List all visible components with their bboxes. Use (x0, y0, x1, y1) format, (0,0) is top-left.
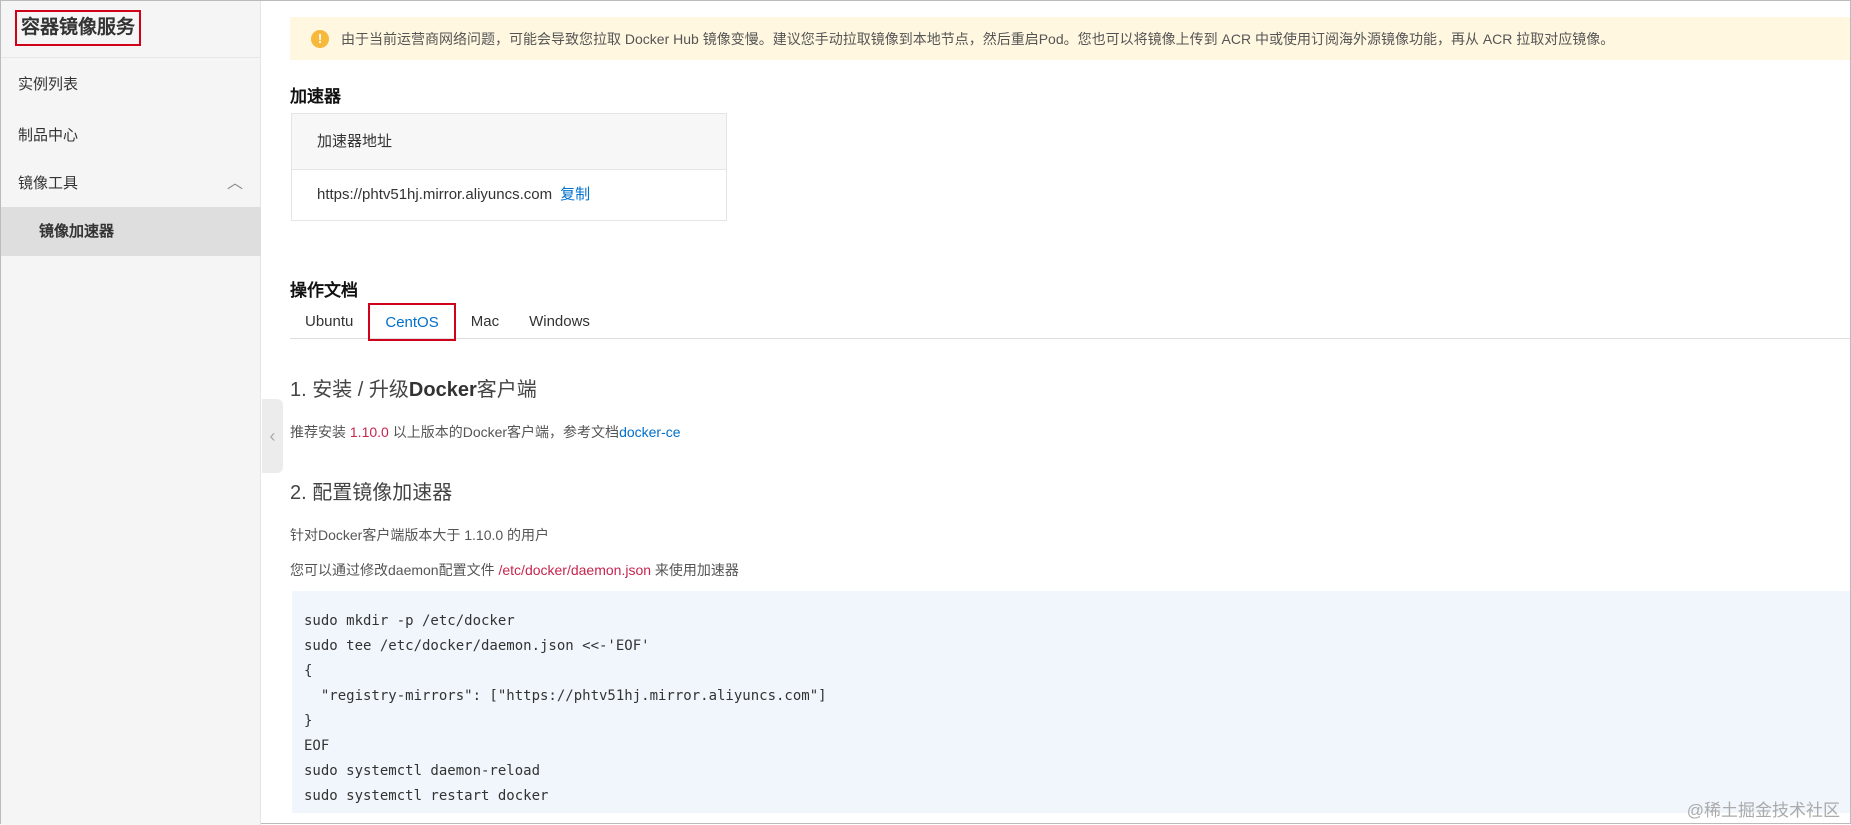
step-text: 安装 / 升级 (312, 379, 409, 401)
divider (1, 57, 261, 58)
code-line: sudo tee /etc/docker/daemon.json <<-'EOF… (304, 638, 650, 654)
sidebar-item-instances[interactable]: 实例列表 (1, 60, 261, 110)
docker-ce-link[interactable]: docker-ce (619, 424, 680, 440)
step2-config-text: 您可以通过修改daemon配置文件 /etc/docker/daemon.jso… (290, 560, 739, 580)
column-header: 加速器地址 (292, 114, 726, 170)
code-line: "registry-mirrors": ["https://phtv51hj.m… (304, 688, 827, 704)
docs-heading: 操作文档 (290, 281, 358, 300)
accelerator-url: https://phtv51hj.mirror.aliyuncs.com (317, 186, 553, 203)
chevron-up-icon: ︿ (226, 175, 243, 192)
step1-description: 推荐安装 1.10.0 以上版本的Docker客户端，参考文档docker-ce (290, 422, 681, 442)
sidebar-item-label: 镜像工具 (18, 175, 79, 192)
step-text-bold: Docker (408, 379, 477, 401)
chevron-left-icon: ‹ (269, 426, 276, 446)
text: 以上版本的Docker客户端，参考文档 (388, 424, 620, 440)
step2-description: 针对Docker客户端版本大于 1.10.0 的用户 (290, 527, 550, 543)
text: 推荐安装 (290, 424, 350, 440)
sidebar-item-image-tools[interactable]: 镜像工具 ︿ (1, 159, 261, 209)
code-line: } (304, 713, 313, 729)
version-text: 1.10.0 (349, 424, 389, 440)
code-line: { (304, 663, 313, 679)
step1-heading: 1. 安装 / 升级Docker客户端 (290, 373, 537, 402)
code-line: sudo systemctl daemon-reload (304, 763, 541, 779)
accelerator-row: https://phtv51hj.mirror.aliyuncs.com 复制 (292, 170, 726, 220)
tab-windows[interactable]: Windows (514, 306, 605, 338)
watermark: @稀土掘金技术社区 (1686, 801, 1840, 820)
text: 您可以通过修改daemon配置文件 (290, 562, 499, 578)
alert-text: 由于当前运营商网络问题，可能会导致您拉取 Docker Hub 镜像变慢。建议您… (341, 30, 1615, 47)
tab-mac[interactable]: Mac (456, 306, 514, 338)
warning-icon: ! (311, 29, 329, 48)
code-block[interactable]: sudo mkdir -p /etc/docker sudo tee /etc/… (292, 591, 1850, 813)
code-line: sudo mkdir -p /etc/docker (304, 613, 515, 629)
sidebar-item-artifacts[interactable]: 制品中心 (1, 111, 261, 161)
sidebar-item-image-accelerator[interactable]: 镜像加速器 (1, 207, 261, 256)
os-tabs: Ubuntu CentOS Mac Windows (290, 303, 1850, 341)
accelerator-table: 加速器地址 https://phtv51hj.mirror.aliyuncs.c… (291, 113, 727, 221)
text: 来使用加速器 (651, 562, 739, 578)
main-content: ! 由于当前运营商网络问题，可能会导致您拉取 Docker Hub 镜像变慢。建… (290, 1, 1850, 825)
collapse-sidebar-handle[interactable]: ‹ (262, 399, 283, 473)
sidebar: 容器镜像服务 实例列表 制品中心 镜像工具 ︿ 镜像加速器 (1, 1, 261, 825)
tab-centos[interactable]: CentOS (368, 303, 456, 341)
accelerator-heading: 加速器 (290, 87, 341, 106)
code-line: sudo systemctl restart docker (304, 788, 549, 804)
code-line: EOF (304, 738, 330, 754)
step2-heading: 2. 配置镜像加速器 (290, 482, 453, 504)
product-title: 容器镜像服务 (15, 10, 142, 46)
step-text: 客户端 (476, 379, 537, 401)
step-number: 1. (290, 379, 313, 401)
tab-ubuntu[interactable]: Ubuntu (290, 306, 368, 338)
copy-link[interactable]: 复制 (560, 186, 590, 203)
warning-alert: ! 由于当前运营商网络问题，可能会导致您拉取 Docker Hub 镜像变慢。建… (290, 17, 1850, 60)
config-path: /etc/docker/daemon.json (498, 562, 652, 578)
